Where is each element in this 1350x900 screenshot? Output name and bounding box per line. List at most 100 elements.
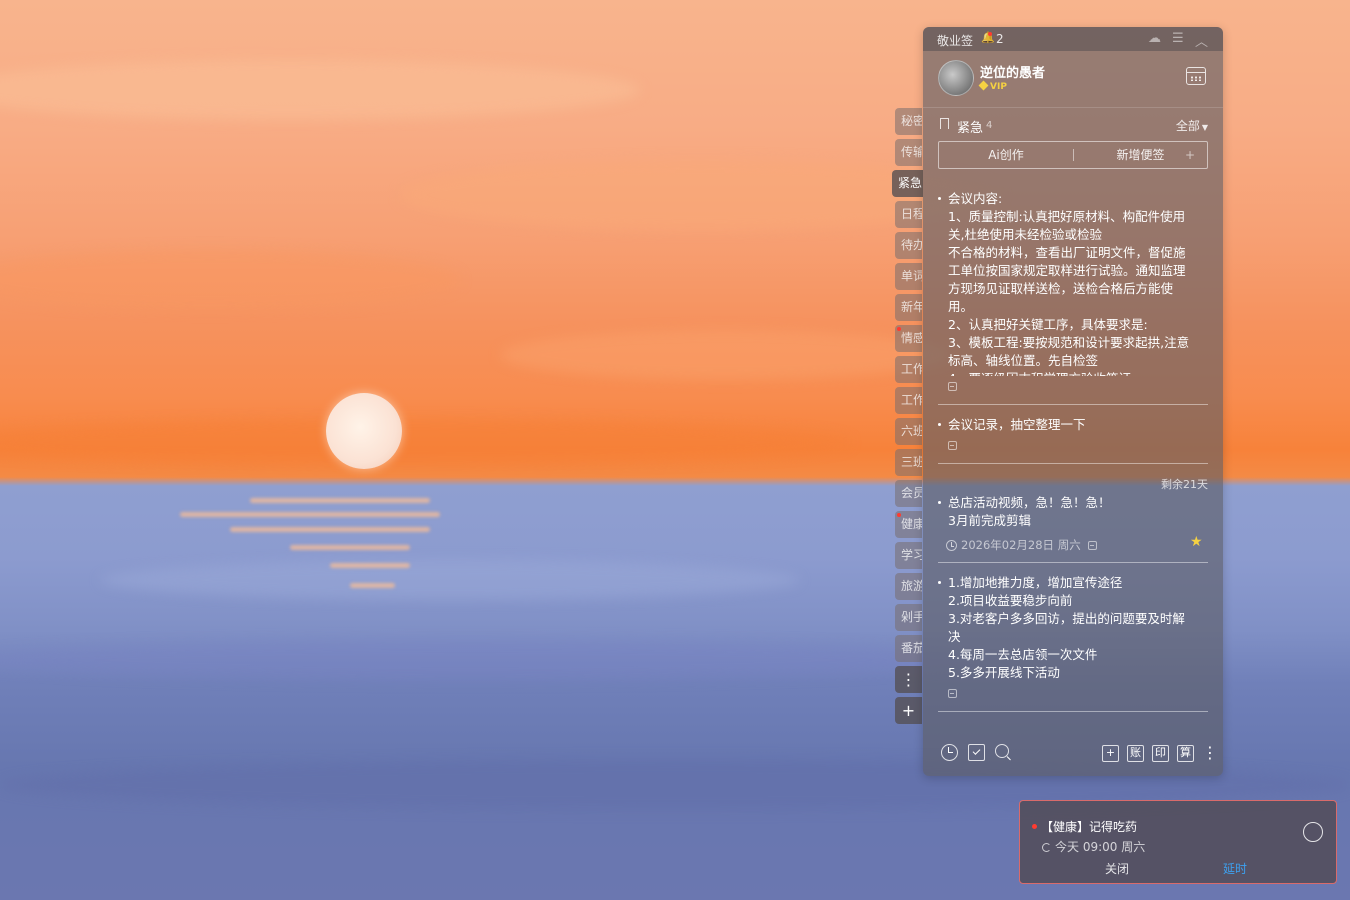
note-line: 标高、轴线位置。先自检签: [948, 353, 1099, 368]
tab-category[interactable]: 健康: [895, 511, 922, 538]
collapse-icon[interactable]: ︿: [1195, 31, 1208, 50]
tab-category[interactable]: 工作: [895, 387, 922, 414]
note-line: 3月前完成剪辑: [948, 513, 1031, 528]
tab-label: 工作: [901, 362, 922, 376]
calendar-icon[interactable]: [1186, 67, 1206, 85]
star-icon[interactable]: ★: [1190, 534, 1203, 550]
category-count: 4: [986, 120, 993, 131]
reminder-popup: 【健康】记得吃药 今天 09:00 周六 关闭 延时: [1019, 800, 1337, 884]
tab-category[interactable]: 番茄: [895, 635, 922, 662]
tab-label: 番茄: [901, 641, 922, 655]
note-text: 总店活动视频，急！急！急！ 3月前完成剪辑: [948, 494, 1208, 530]
sun: [326, 393, 402, 469]
notes-panel: 敬业签 🔔 2 ☁ ☰ ︿ 逆位的愚者 VIP 紧急 4 全部 ▼ Ai创作 新增…: [923, 27, 1223, 776]
search-icon[interactable]: [995, 744, 1009, 758]
snooze-button[interactable]: 延时: [1223, 860, 1247, 877]
tab-category[interactable]: 工作: [895, 356, 922, 383]
reminder-title: 【健康】记得吃药: [1041, 820, 1138, 834]
new-note-button[interactable]: 新增便签 +: [1074, 142, 1207, 168]
more-vertical-icon[interactable]: ⋮: [1202, 744, 1218, 761]
note-text: 1.增加地推力度，增加宣传途径 2.项目收益要稳步向前 3.对老客户多多回访，提出的…: [948, 574, 1208, 682]
print-button[interactable]: 印: [1152, 745, 1169, 762]
user-profile: 逆位的愚者 VIP: [923, 51, 1223, 107]
tab-label: 三班: [901, 455, 922, 469]
divider: [923, 107, 1223, 108]
avatar[interactable]: [938, 60, 974, 96]
note-item[interactable]: 会议记录，抽空整理一下: [938, 416, 1208, 434]
cloud-sync-icon[interactable]: ☁: [1148, 31, 1161, 46]
new-note-label: 新增便签: [1116, 148, 1165, 162]
clock-icon: [946, 540, 957, 551]
repeat-icon: [1042, 843, 1051, 852]
tab-label: 剁手: [901, 610, 922, 624]
tab-label: 新年: [901, 300, 922, 314]
complete-circle-icon[interactable]: [1303, 822, 1323, 842]
tab-category[interactable]: 日程: [895, 201, 922, 228]
ai-create-button[interactable]: Ai创作: [939, 142, 1073, 168]
note-item[interactable]: 总店活动视频，急！急！急！ 3月前完成剪辑: [938, 494, 1208, 530]
tab-label: 单词: [901, 269, 922, 283]
unread-dot: [897, 327, 901, 331]
note-line: 2.项目收益要稳步向前: [948, 593, 1073, 608]
reminder-date[interactable]: 2026年02月28日 周六: [946, 537, 1098, 553]
lock-icon[interactable]: [948, 688, 957, 701]
bullet-icon: [938, 501, 941, 504]
todo-check-icon[interactable]: [968, 744, 985, 761]
reminder-date-text: 2026年02月28日 周六: [961, 538, 1081, 552]
bell-icon[interactable]: 🔔: [981, 31, 995, 44]
note-line: 3.对老客户多多回访，提出的问题要及时解: [948, 611, 1185, 626]
lock-icon[interactable]: [948, 381, 957, 394]
tab-label: 旅游: [901, 579, 922, 593]
note-line: 总店活动视频，急！急！急！: [948, 495, 1111, 510]
menu-icon[interactable]: ☰: [1172, 31, 1184, 46]
note-line: 方现场见证取样送检，送检合格后方能使: [948, 281, 1174, 296]
category-name: 紧急: [957, 121, 984, 136]
vip-badge: VIP: [978, 80, 1007, 92]
note-line: 1.增加地推力度，增加宣传途径: [948, 575, 1123, 590]
note-item[interactable]: 会议内容: 1、质量控制:认真把好原材料、构配件使用 关,杜绝使用未经检验或检验 不合…: [938, 190, 1208, 376]
tab-category[interactable]: 会员: [895, 480, 922, 507]
category-header: 紧急 4 全部 ▼: [938, 117, 1208, 136]
ledger-button[interactable]: 账: [1127, 745, 1144, 762]
lock-icon[interactable]: [948, 440, 957, 453]
tab-category[interactable]: 秘密: [895, 108, 922, 135]
filter-label: 全部: [1175, 119, 1200, 133]
title-bar[interactable]: 敬业签 🔔 2 ☁ ☰ ︿: [923, 27, 1223, 51]
more-vertical-icon[interactable]: ⋮: [895, 666, 922, 693]
note-separator: [938, 711, 1208, 712]
note-separator: [938, 562, 1208, 563]
bullet-icon: [938, 581, 941, 584]
tab-category[interactable]: 新年: [895, 294, 922, 321]
tab-category[interactable]: 情感: [895, 325, 922, 352]
note-item[interactable]: 1.增加地推力度，增加宣传途径 2.项目收益要稳步向前 3.对老客户多多回访，提出的…: [938, 574, 1208, 682]
add-category-button[interactable]: +: [895, 697, 922, 724]
note-line: 5.多多开展线下活动: [948, 665, 1060, 680]
caret-down-icon: ▼: [1201, 123, 1208, 132]
tab-category[interactable]: 学习: [895, 542, 922, 569]
username[interactable]: 逆位的愚者: [980, 62, 1045, 81]
add-icon[interactable]: +: [1102, 745, 1119, 762]
tab-category[interactable]: 传输: [895, 139, 922, 166]
note-line: 关,杜绝使用未经检验或检验: [948, 227, 1102, 242]
close-button[interactable]: 关闭: [1105, 860, 1129, 877]
bookmark-icon: [940, 118, 949, 129]
tab-label: 六班: [901, 424, 922, 438]
tab-category[interactable]: 三班: [895, 449, 922, 476]
filter-dropdown[interactable]: 全部 ▼: [1176, 117, 1208, 134]
tab-category[interactable]: 紧急: [892, 170, 923, 197]
tab-label: 秘密: [901, 114, 922, 128]
tab-label: 学习: [901, 548, 922, 562]
reminder-time: 今天 09:00 周六: [1042, 838, 1145, 855]
tab-category[interactable]: 六班: [895, 418, 922, 445]
tab-category[interactable]: 剁手: [895, 604, 922, 631]
tab-category[interactable]: 单词: [895, 263, 922, 290]
tab-category[interactable]: 旅游: [895, 573, 922, 600]
category-tabs: 秘密 传输 紧急 日程 待办 单词 新年 情感 工作 工作 六班 三班 会员 健康 学习 旅游 剁手 番茄 ⋮ +: [892, 108, 923, 728]
plus-icon: +: [1184, 148, 1195, 162]
calculator-button[interactable]: 算: [1177, 745, 1194, 762]
history-icon[interactable]: [941, 744, 958, 761]
note-line: 1、质量控制:认真把好原材料、构配件使用: [948, 209, 1186, 224]
tab-category[interactable]: 待办: [895, 232, 922, 259]
tab-label: 健康: [901, 517, 922, 531]
vip-label: VIP: [990, 82, 1007, 92]
